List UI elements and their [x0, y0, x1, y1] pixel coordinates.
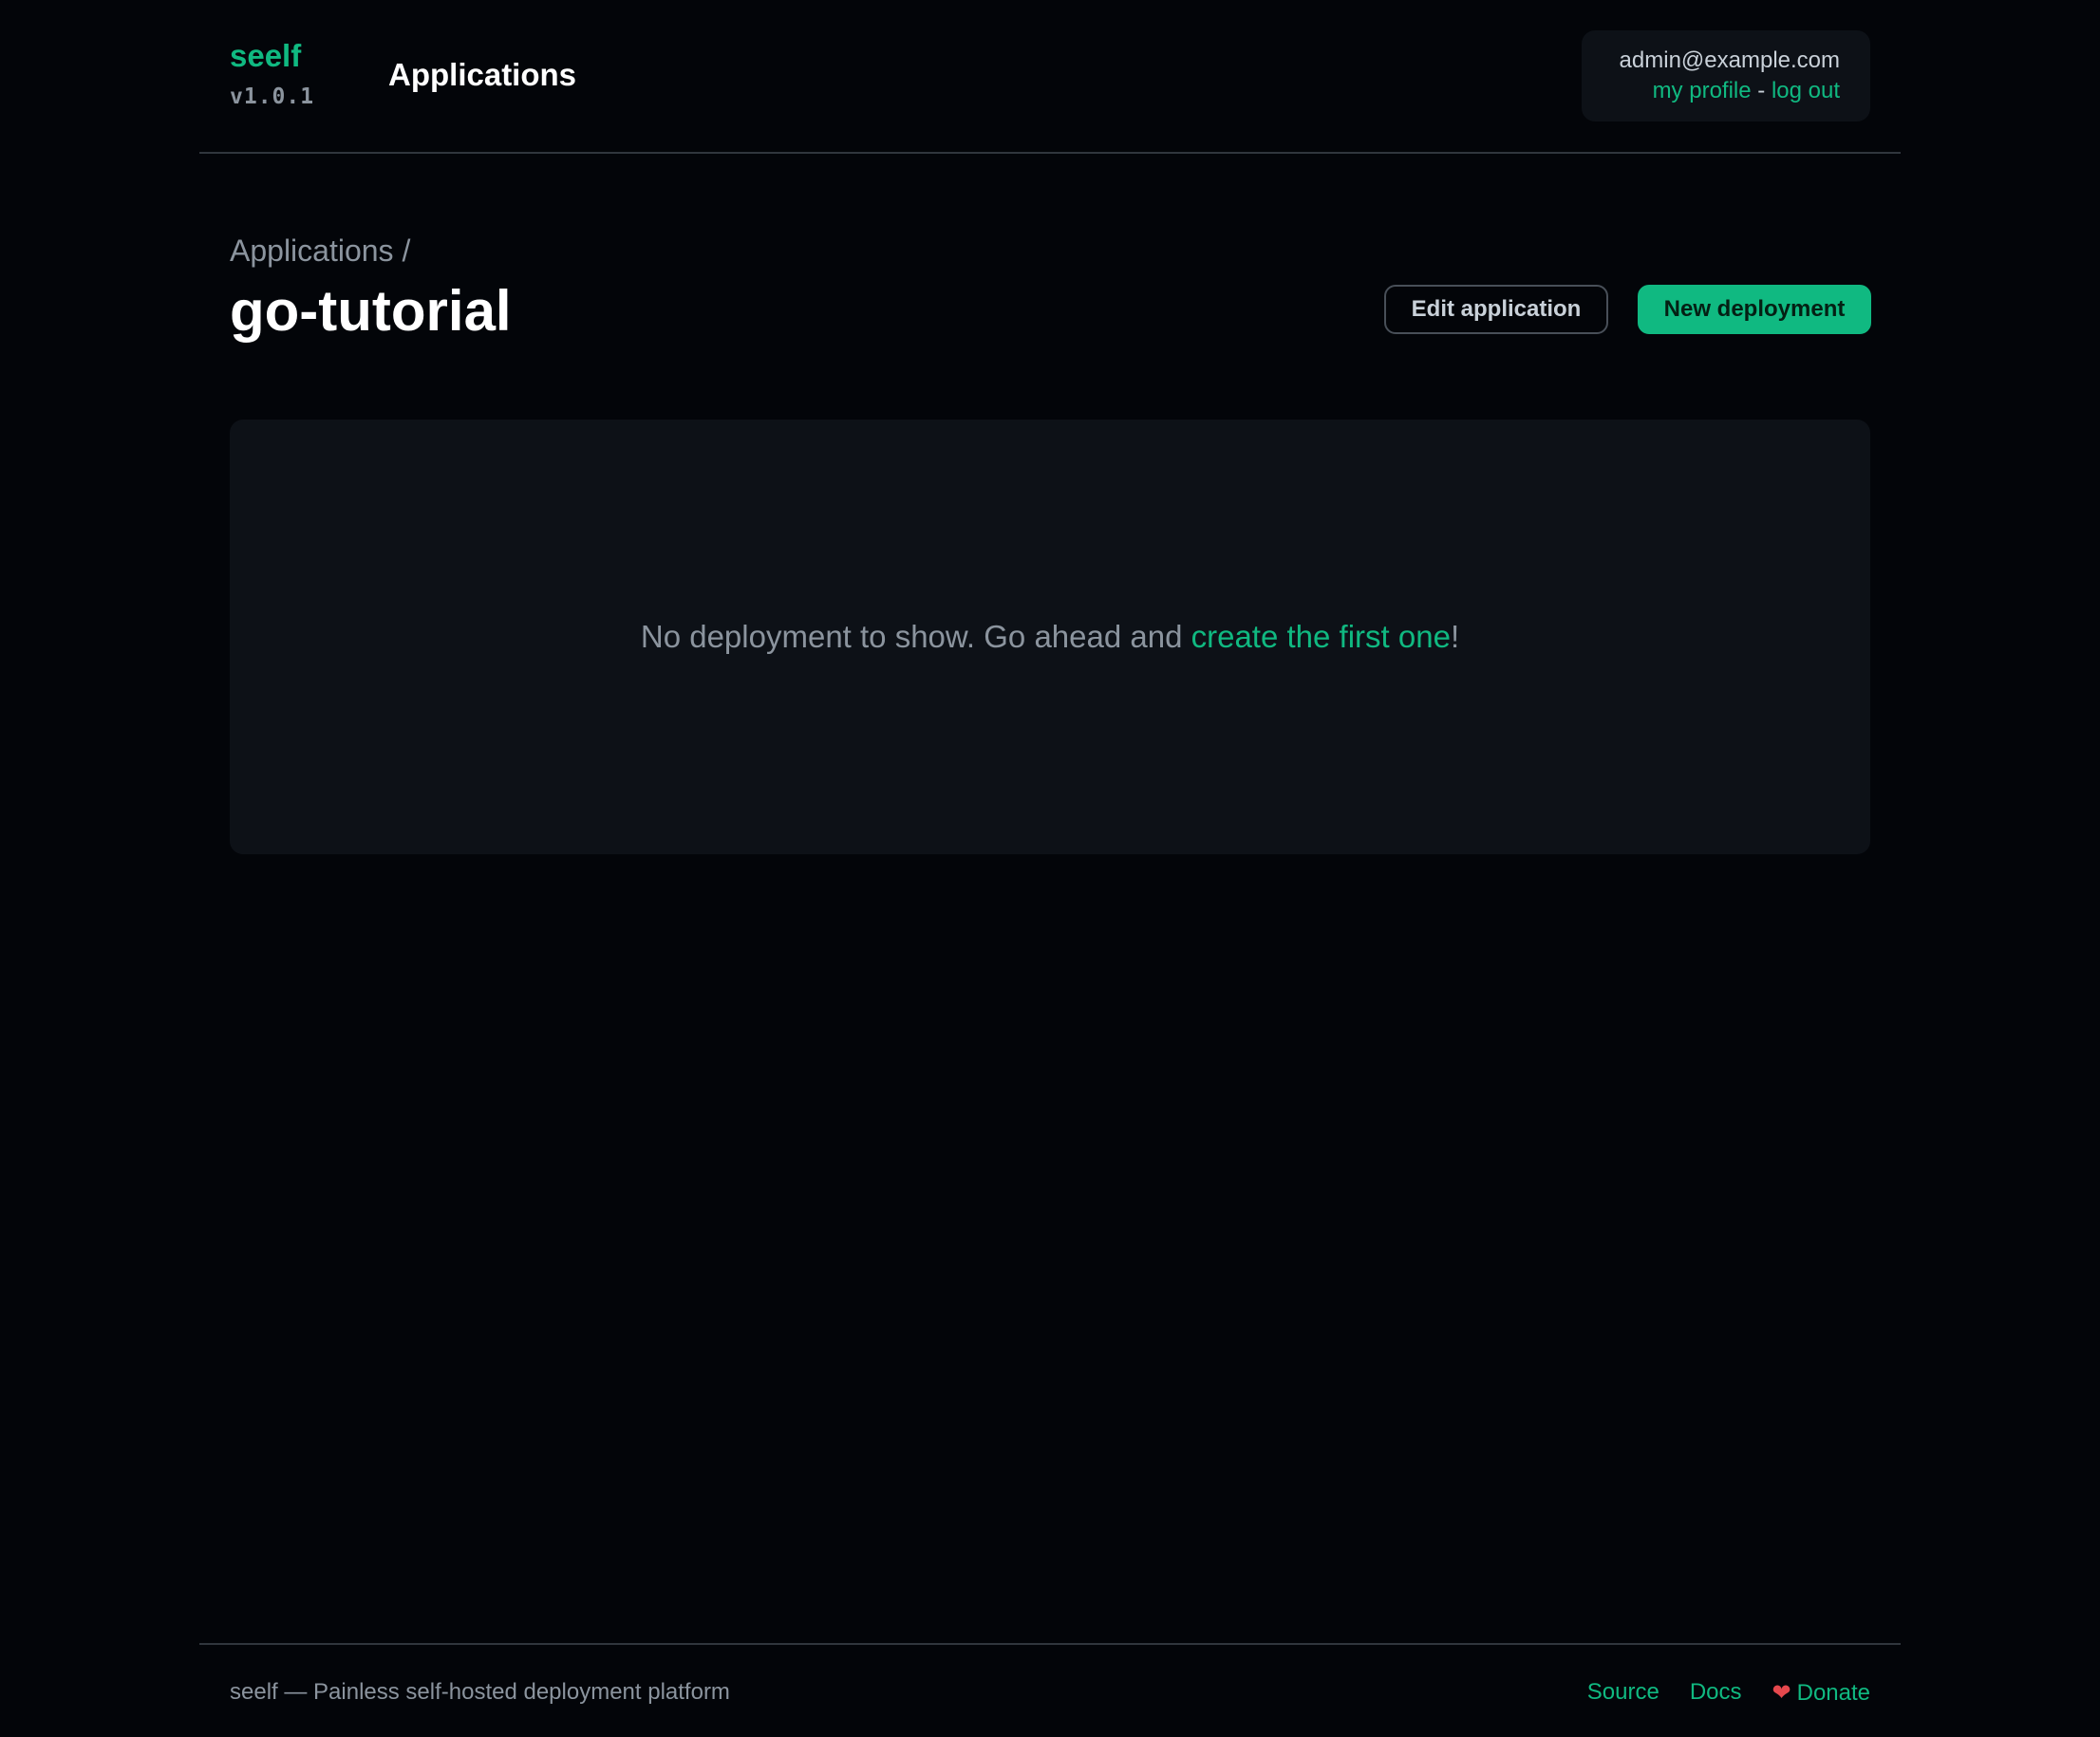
- user-links-separator: -: [1757, 78, 1766, 103]
- user-menu: admin@example.com my profile - log out: [1582, 30, 1870, 121]
- brand[interactable]: seelf v1.0.1: [230, 40, 314, 109]
- brand-name[interactable]: seelf: [230, 40, 314, 71]
- top-header: seelf v1.0.1 Applications admin@example.…: [199, 0, 1901, 154]
- edit-application-button[interactable]: Edit application: [1384, 285, 1608, 334]
- log-out-link[interactable]: log out: [1772, 78, 1840, 103]
- docs-link[interactable]: Docs: [1690, 1679, 1742, 1707]
- create-first-deployment-link[interactable]: create the first one: [1191, 619, 1451, 654]
- page: seelf v1.0.1 Applications admin@example.…: [199, 0, 1901, 1737]
- empty-deployments-panel: No deployment to show. Go ahead and crea…: [230, 420, 1870, 854]
- footer: seelf — Painless self-hosted deployment …: [199, 1643, 1901, 1737]
- breadcrumb[interactable]: Applications /: [230, 233, 410, 269]
- user-email: admin@example.com: [1619, 47, 1840, 73]
- empty-state-exclamation: !: [1450, 619, 1460, 654]
- footer-tagline: seelf — Painless self-hosted deployment …: [230, 1679, 730, 1705]
- source-link[interactable]: Source: [1587, 1679, 1659, 1707]
- donate-label: Donate: [1796, 1680, 1870, 1706]
- version-label: v1.0.1: [230, 84, 315, 109]
- donate-link[interactable]: ❤ Donate: [1772, 1679, 1871, 1707]
- my-profile-link[interactable]: my profile: [1653, 78, 1752, 103]
- heart-icon: ❤: [1772, 1680, 1791, 1706]
- new-deployment-button[interactable]: New deployment: [1638, 285, 1871, 334]
- nav-applications-link[interactable]: Applications: [388, 57, 576, 93]
- empty-state-message: No deployment to show. Go ahead and crea…: [641, 619, 1459, 655]
- empty-state-text: No deployment to show. Go ahead and: [640, 619, 1191, 654]
- footer-links: Source Docs ❤ Donate: [1587, 1679, 1870, 1707]
- user-links: my profile - log out: [1582, 76, 1840, 106]
- page-title: go-tutorial: [230, 279, 512, 343]
